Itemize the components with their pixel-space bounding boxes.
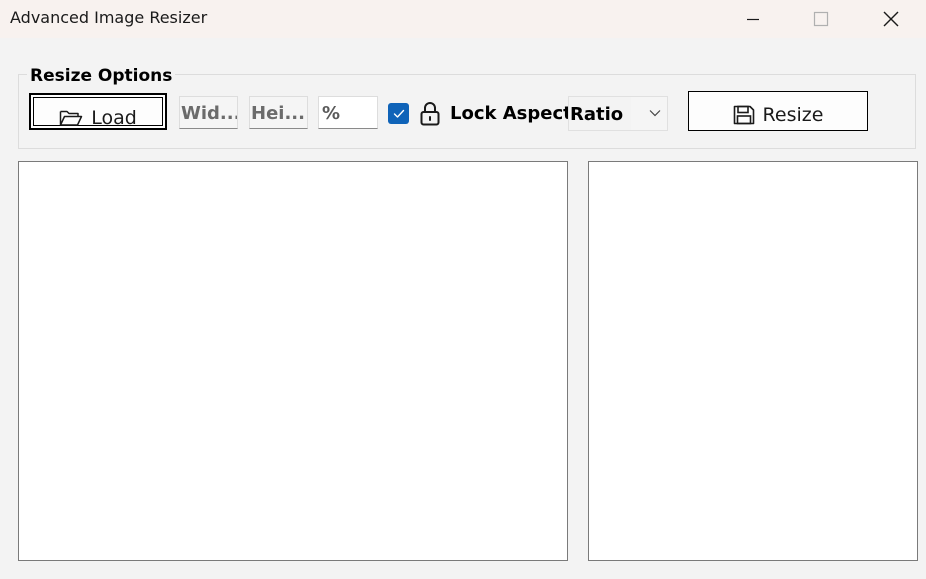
- chevron-down-icon: [649, 110, 661, 117]
- lock-aspect-checkbox[interactable]: [388, 103, 409, 124]
- maximize-button[interactable]: [798, 0, 844, 38]
- preview-image-panel: [588, 161, 918, 561]
- folder-open-icon: [59, 110, 83, 126]
- maximize-icon: [813, 11, 829, 27]
- resize-options-label: Resize Options: [27, 66, 176, 86]
- width-input[interactable]: Wid...: [179, 96, 238, 129]
- original-image-panel: [18, 161, 568, 561]
- resize-button[interactable]: Resize: [688, 91, 868, 131]
- checkmark-icon: [393, 109, 404, 118]
- window-title: Advanced Image Resizer: [10, 8, 208, 27]
- floppy-disk-icon: [733, 105, 754, 125]
- mode-dropdown[interactable]: Ratio: [568, 96, 668, 131]
- app-window: Advanced Image Resizer Resize Options Lo…: [0, 0, 926, 579]
- load-button-content: Load: [31, 107, 165, 129]
- height-input[interactable]: Hei...: [249, 96, 308, 129]
- lock-icon: [420, 102, 440, 126]
- mode-dropdown-value: Ratio: [569, 97, 631, 130]
- close-button[interactable]: [868, 0, 914, 38]
- lock-aspect-label: Lock Aspect: [450, 103, 572, 124]
- resize-button-content: Resize: [689, 104, 867, 126]
- load-button[interactable]: Load: [29, 93, 167, 130]
- resize-button-label: Resize: [762, 104, 824, 126]
- percent-input[interactable]: %: [318, 96, 378, 129]
- title-bar: Advanced Image Resizer: [0, 0, 926, 38]
- minimize-icon: [747, 18, 759, 21]
- minimize-button[interactable]: [730, 0, 776, 38]
- close-icon: [883, 11, 899, 27]
- load-button-label: Load: [91, 107, 137, 129]
